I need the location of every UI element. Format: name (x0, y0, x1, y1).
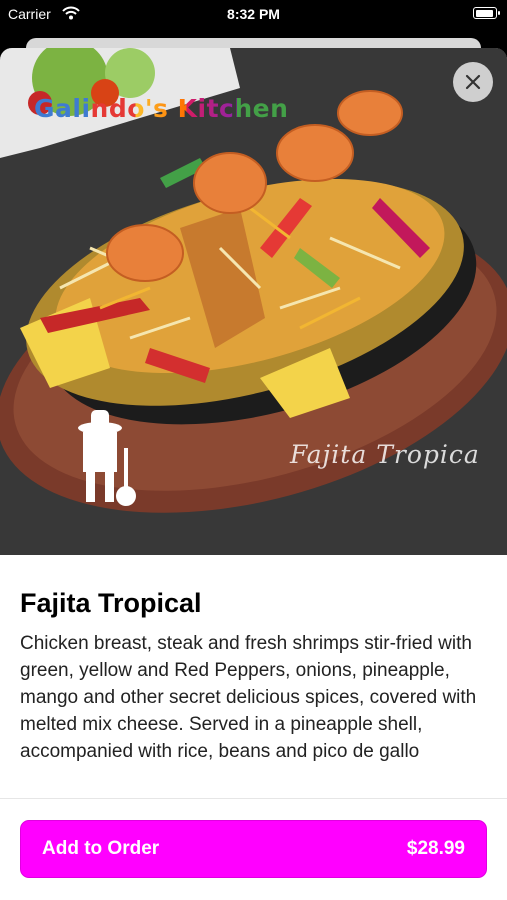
item-title: Fajita Tropical (20, 588, 202, 618)
item-detail-sheet: Galindo's Kitchen Fajita Tropica Fajita … (0, 48, 507, 900)
add-to-order-button[interactable]: Add to Order $28.99 (20, 820, 487, 878)
battery-icon (473, 7, 500, 19)
close-button[interactable] (453, 62, 493, 102)
dish-photo: Galindo's Kitchen Fajita Tropica (0, 48, 507, 555)
divider (0, 798, 507, 799)
restaurant-logo: Galindo's Kitchen (34, 94, 289, 123)
status-bar: Carrier 8:32 PM (0, 0, 507, 30)
add-to-order-label: Add to Order (42, 838, 160, 859)
status-time: 8:32 PM (227, 6, 280, 22)
item-price: $28.99 (406, 838, 465, 859)
item-description: Chicken breast, steak and fresh shrimps … (20, 633, 477, 762)
close-icon (465, 74, 481, 90)
photo-watermark: Fajita Tropica (290, 440, 480, 469)
